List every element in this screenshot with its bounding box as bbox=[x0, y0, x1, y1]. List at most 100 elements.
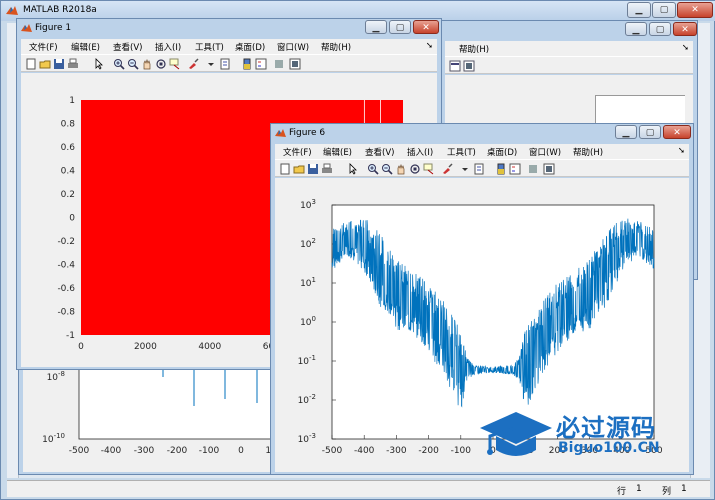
show-plot-tools-icon[interactable] bbox=[289, 58, 301, 70]
data-cursor-icon[interactable] bbox=[423, 163, 435, 175]
menu-tools[interactable]: 工具(T) bbox=[195, 41, 224, 53]
y-tick-exponent: -8 bbox=[58, 370, 65, 378]
x-tick-label: -300 bbox=[134, 446, 155, 456]
hide-plot-tools-icon[interactable] bbox=[273, 58, 285, 70]
menu-insert[interactable]: 插入(I) bbox=[407, 146, 433, 158]
data-cursor-icon[interactable] bbox=[169, 58, 181, 70]
menu-tools[interactable]: 工具(T) bbox=[447, 146, 476, 158]
main-close-button[interactable]: ✕ bbox=[677, 2, 713, 18]
menu-dock-arrow-icon[interactable]: ➘ bbox=[426, 41, 433, 51]
maximize-icon: ▢ bbox=[395, 23, 405, 33]
zoom-out-icon[interactable] bbox=[381, 163, 393, 175]
maximize-button[interactable]: ▢ bbox=[649, 22, 671, 36]
minimize-button[interactable]: ▁ bbox=[365, 20, 387, 34]
status-col-value: 1 bbox=[681, 484, 687, 494]
y-tick-label: 0 bbox=[69, 214, 75, 224]
open-file-icon[interactable] bbox=[39, 58, 51, 70]
print-icon[interactable] bbox=[321, 163, 333, 175]
main-maximize-button[interactable]: ▢ bbox=[652, 2, 676, 18]
y-tick-base: 10 bbox=[298, 435, 310, 445]
link-plot-icon[interactable] bbox=[219, 58, 231, 70]
save-icon[interactable] bbox=[53, 58, 65, 70]
x-tick-label: -100 bbox=[199, 446, 220, 456]
main-minimize-button[interactable]: ▁ bbox=[627, 2, 651, 18]
menu-insert[interactable]: 插入(I) bbox=[155, 41, 181, 53]
rotate-icon[interactable] bbox=[409, 163, 421, 175]
y-tick-label: -0.6 bbox=[57, 284, 75, 294]
close-button[interactable]: ✕ bbox=[673, 22, 697, 36]
y-tick-label: 0.4 bbox=[61, 167, 76, 177]
menu-file[interactable]: 文件(F) bbox=[29, 41, 58, 53]
menu-edit[interactable]: 编辑(E) bbox=[323, 146, 352, 158]
menu-file[interactable]: 文件(F) bbox=[283, 146, 312, 158]
menu-dock-arrow-icon[interactable]: ➘ bbox=[678, 146, 685, 156]
menu-help[interactable]: 帮助(H) bbox=[321, 41, 351, 53]
open-file-icon[interactable] bbox=[293, 163, 305, 175]
pan-icon[interactable] bbox=[395, 163, 407, 175]
legend-icon[interactable] bbox=[509, 163, 521, 175]
figure-title-bar[interactable]: Figure 6 ▁ ▢ ✕ bbox=[271, 124, 693, 143]
colorbar-icon[interactable] bbox=[495, 163, 507, 175]
dropdown-arrow-icon[interactable] bbox=[205, 58, 217, 70]
close-button[interactable]: ✕ bbox=[663, 125, 691, 139]
x-tick-label: 0 bbox=[238, 446, 244, 456]
figure-toolbar bbox=[445, 56, 693, 74]
close-icon: ✕ bbox=[691, 5, 699, 15]
y-tick-label: 101 bbox=[300, 276, 316, 289]
x-tick-label: -100 bbox=[451, 446, 472, 456]
brush-icon[interactable] bbox=[441, 163, 453, 175]
legend-icon[interactable] bbox=[255, 58, 267, 70]
colorbar-icon[interactable] bbox=[241, 58, 253, 70]
y-tick-label: -1 bbox=[66, 331, 75, 341]
menu-help[interactable]: 帮助(H) bbox=[459, 43, 489, 55]
y-tick-label: 10-10 bbox=[42, 432, 65, 445]
close-button[interactable]: ✕ bbox=[413, 20, 439, 34]
figure-menu-bar: 文件(F) 编辑(E) 查看(V) 插入(I) 工具(T) 桌面(D) 窗口(W… bbox=[21, 39, 437, 54]
brush-icon[interactable] bbox=[187, 58, 199, 70]
y-tick-exponent: 0 bbox=[312, 315, 316, 323]
pointer-icon[interactable] bbox=[93, 58, 105, 70]
zoom-in-icon[interactable] bbox=[367, 163, 379, 175]
figure-menu-bar: 帮助(H) ➘ bbox=[445, 41, 693, 56]
pointer-icon[interactable] bbox=[347, 163, 359, 175]
status-col-label: 列 bbox=[662, 487, 672, 497]
y-tick-label: 10-8 bbox=[47, 370, 65, 383]
new-figure-icon[interactable] bbox=[279, 163, 291, 175]
dropdown-arrow-icon[interactable] bbox=[459, 163, 471, 175]
menu-desktop[interactable]: 桌面(D) bbox=[487, 146, 517, 158]
maximize-button[interactable]: ▢ bbox=[639, 125, 661, 139]
link-plot-icon[interactable] bbox=[473, 163, 485, 175]
menu-edit[interactable]: 编辑(E) bbox=[71, 41, 100, 53]
figure-title-bar[interactable]: Figure 1 ▁ ▢ ✕ bbox=[17, 19, 441, 38]
y-tick-label: 102 bbox=[300, 237, 316, 250]
figure-menu-bar: 文件(F) 编辑(E) 查看(V) 插入(I) 工具(T) 桌面(D) 窗口(W… bbox=[275, 144, 689, 159]
legend-icon[interactable] bbox=[449, 60, 461, 72]
graduation-cap-logo-icon bbox=[480, 412, 552, 456]
x-tick-label: -400 bbox=[101, 446, 122, 456]
show-plot-tools-icon[interactable] bbox=[543, 163, 555, 175]
figure-title: Figure 1 bbox=[35, 23, 72, 33]
minimize-button[interactable]: ▁ bbox=[625, 22, 647, 36]
maximize-button[interactable]: ▢ bbox=[389, 20, 411, 34]
rotate-icon[interactable] bbox=[155, 58, 167, 70]
hide-plot-tools-icon[interactable] bbox=[527, 163, 539, 175]
menu-desktop[interactable]: 桌面(D) bbox=[235, 41, 265, 53]
menu-window[interactable]: 窗口(W) bbox=[529, 146, 561, 158]
print-icon[interactable] bbox=[67, 58, 79, 70]
show-plot-tools-icon[interactable] bbox=[463, 60, 475, 72]
menu-help[interactable]: 帮助(H) bbox=[573, 146, 603, 158]
minimize-button[interactable]: ▁ bbox=[615, 125, 637, 139]
matlab-logo-icon bbox=[6, 6, 18, 15]
menu-dock-arrow-icon[interactable]: ➘ bbox=[682, 43, 689, 53]
menu-window[interactable]: 窗口(W) bbox=[277, 41, 309, 53]
figure-title-bar[interactable]: ▁ ▢ ✕ bbox=[441, 21, 697, 40]
menu-view[interactable]: 查看(V) bbox=[113, 41, 142, 53]
close-icon: ✕ bbox=[673, 128, 681, 138]
pan-icon[interactable] bbox=[141, 58, 153, 70]
menu-view[interactable]: 查看(V) bbox=[365, 146, 394, 158]
y-tick-label: 1 bbox=[69, 96, 75, 106]
zoom-out-icon[interactable] bbox=[127, 58, 139, 70]
zoom-in-icon[interactable] bbox=[113, 58, 125, 70]
save-icon[interactable] bbox=[307, 163, 319, 175]
new-figure-icon[interactable] bbox=[25, 58, 37, 70]
